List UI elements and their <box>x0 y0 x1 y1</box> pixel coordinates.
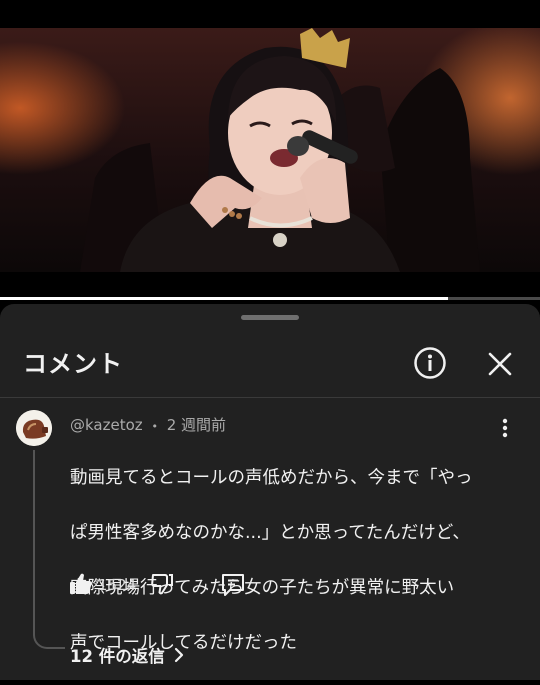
replies-label: 12 件の返信 <box>70 647 165 666</box>
header-divider <box>0 397 540 398</box>
view-replies-button[interactable]: 12 件の返信 <box>70 643 185 667</box>
comment-line: 動画見てるとコールの声低めだから、今まで「やっ <box>70 467 473 488</box>
comment-time: 2 週間前 <box>166 416 227 434</box>
video-player[interactable] <box>0 0 540 300</box>
comment-meta: @kazetoz • 2 週間前 <box>70 414 226 435</box>
like-count: 1524 <box>98 576 137 594</box>
close-icon[interactable] <box>484 348 516 380</box>
meta-separator: • <box>151 420 158 433</box>
video-frame[interactable] <box>0 28 540 272</box>
comment-line: ぱ男性客多めなのかな...」とか思ってたんだけど、 <box>70 522 470 543</box>
video-progress-bar[interactable] <box>0 297 540 300</box>
reply-comment-icon[interactable] <box>220 572 246 598</box>
reply-thread-line <box>33 450 65 649</box>
comments-sheet: コメント @kazetoz • 2 週間前 動画見てるとコールの声低めだから、今… <box>0 304 540 680</box>
drag-handle[interactable] <box>241 315 299 320</box>
thumbs-down-icon[interactable] <box>150 572 174 596</box>
video-progress-fill <box>0 297 449 300</box>
avatar[interactable] <box>16 410 52 446</box>
info-icon[interactable] <box>413 346 447 380</box>
video-scene <box>80 28 480 272</box>
comments-title: コメント <box>23 350 123 378</box>
thumbs-up-icon[interactable] <box>70 572 92 596</box>
chevron-right-icon <box>174 647 183 663</box>
comment-author[interactable]: @kazetoz <box>70 416 143 434</box>
